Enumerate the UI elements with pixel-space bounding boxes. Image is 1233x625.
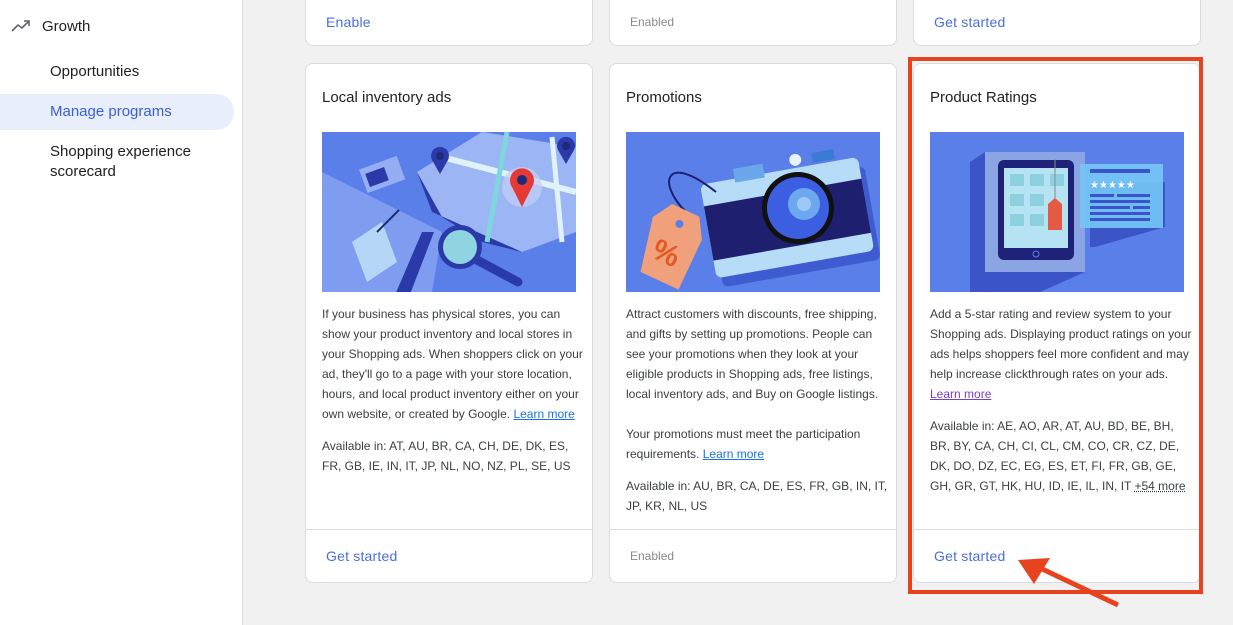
program-card-product-ratings: Product Ratings ★★★★★ Add a 5-star ratin…: [913, 63, 1201, 583]
card-footer: Enabled: [610, 0, 896, 45]
svg-text:★★★★★: ★★★★★: [1090, 180, 1135, 191]
sidebar-item-opportunities[interactable]: Opportunities: [0, 62, 234, 82]
program-card-top-3: Get started: [913, 0, 1201, 46]
trending-up-icon: [11, 20, 30, 32]
tablet-star-rating-illustration: ★★★★★: [930, 132, 1184, 292]
card-footer: Enabled: [610, 529, 896, 582]
card-footer: Enable: [306, 0, 592, 45]
card-description: Add a 5-star rating and review system to…: [930, 304, 1192, 508]
description-text: Attract customers with discounts, free s…: [626, 307, 879, 401]
sidebar-item-shopping-experience-scorecard[interactable]: Shopping experience scorecard: [0, 142, 220, 182]
learn-more-link[interactable]: Learn more: [703, 447, 764, 461]
card-title: Product Ratings: [930, 89, 1037, 106]
enable-button[interactable]: Enable: [326, 14, 371, 30]
map-shopping-bag-illustration: [322, 132, 576, 292]
enabled-status: Enabled: [630, 549, 675, 563]
card-footer: Get started: [306, 529, 592, 582]
card-footer: Get started: [914, 529, 1200, 582]
description-text: Add a 5-star rating and review system to…: [930, 307, 1192, 381]
card-footer: Get started: [914, 0, 1200, 45]
card-title: Promotions: [626, 89, 702, 106]
card-description: Attract customers with discounts, free s…: [626, 304, 888, 528]
sidebar-item-label: Shopping experience scorecard: [50, 143, 191, 180]
get-started-button[interactable]: Get started: [934, 548, 1005, 564]
card-description: If your business has physical stores, yo…: [322, 304, 584, 488]
learn-more-link[interactable]: Learn more: [513, 407, 574, 421]
program-card-promotions: Promotions % Attract customers with disc…: [609, 63, 897, 583]
available-countries: Available in: AT, AU, BR, CA, CH, DE, DK…: [322, 439, 571, 473]
sidebar-item-manage-programs[interactable]: Manage programs: [0, 94, 234, 130]
enabled-status: Enabled: [630, 15, 675, 29]
program-card-top-1: Enable: [305, 0, 593, 46]
description-text: If your business has physical stores, yo…: [322, 307, 583, 421]
get-started-button[interactable]: Get started: [326, 548, 397, 564]
show-more-countries-link[interactable]: +54 more: [1134, 479, 1185, 493]
get-started-button[interactable]: Get started: [934, 14, 1005, 30]
camera-discount-tag-illustration: %: [626, 132, 880, 292]
sidebar-item-label: Manage programs: [50, 103, 172, 120]
available-countries: Available in: AU, BR, CA, DE, ES, FR, GB…: [626, 479, 888, 513]
nav-section-growth[interactable]: Growth: [10, 14, 90, 38]
nav-section-label: Growth: [42, 17, 91, 35]
sidebar-item-label: Opportunities: [50, 63, 140, 80]
program-card-local-inventory-ads: Local inventory ads If your business has…: [305, 63, 593, 583]
program-card-top-2: Enabled: [609, 0, 897, 46]
sidebar: Growth Opportunities Manage programs Sho…: [0, 0, 243, 625]
card-title: Local inventory ads: [322, 89, 452, 106]
learn-more-link[interactable]: Learn more: [930, 387, 991, 401]
